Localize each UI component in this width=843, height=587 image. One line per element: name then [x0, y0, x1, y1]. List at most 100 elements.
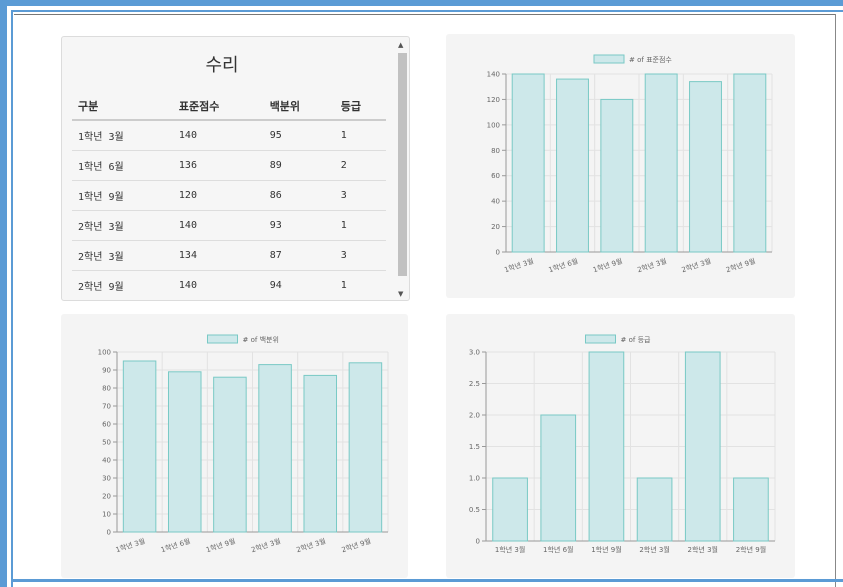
chart-bar: [348, 362, 383, 533]
legend-label: # of 등급: [621, 336, 652, 344]
x-tick-label: 1학년 3월: [114, 536, 146, 554]
header-grade: 등급: [334, 93, 386, 121]
x-tick-label: 1학년 3월: [495, 545, 525, 554]
cell-standard-score: 140: [172, 210, 264, 241]
legend-swatch: [585, 334, 616, 344]
y-tick-label: 100: [98, 349, 111, 357]
legend-label: # of 표준점수: [629, 56, 672, 64]
cell-category: 2학년 3월: [72, 210, 173, 241]
chart-bar: [540, 414, 577, 542]
header-category: 구분: [72, 93, 173, 121]
grade-chart-panel: # of 등급 0 0.5 1.0 1.5 2.0 2.5 3.0 1학년 3월 1학년 6월 1학…: [446, 314, 795, 578]
header-percentile: 백분위: [263, 93, 335, 121]
y-tick-label: 70: [102, 403, 111, 411]
table-row: 2학년 9월 140 94 1: [72, 271, 386, 301]
window-frame-bottom: [11, 579, 843, 582]
scroll-up-arrow-icon[interactable]: ▲: [398, 41, 403, 49]
x-tick-label: 1학년 9월: [592, 256, 624, 274]
table-row: 1학년 9월 120 86 3: [72, 180, 386, 211]
score-table: 구분 표준점수 백분위 등급 1학년 3월 140 95 1 1학년 6월 13…: [72, 93, 386, 300]
x-tick-label: 2학년 3월: [636, 256, 668, 274]
table-row: 1학년 6월 136 89 2: [72, 150, 386, 181]
cell-percentile: 93: [263, 210, 335, 241]
x-tick-label: 2학년 3월: [250, 536, 282, 554]
cell-grade: 1: [340, 280, 347, 291]
window-frame-top-inner: [11, 10, 843, 12]
legend-swatch: [593, 54, 625, 64]
y-tick-label: 40: [491, 198, 500, 206]
y-tick-label: 80: [102, 385, 111, 393]
content-border-right: [835, 14, 836, 587]
cell-category: 2학년 3월: [72, 240, 173, 271]
y-tick-label: 80: [491, 147, 500, 155]
legend-swatch: [207, 334, 238, 344]
x-tick-label: 2학년 3월: [295, 536, 327, 554]
window-frame-left-inner: [11, 10, 13, 587]
y-tick-label: 0.5: [469, 506, 480, 514]
x-tick-label: 2학년 3월: [639, 545, 669, 554]
x-tick-label: 1학년 3월: [503, 256, 535, 274]
cell-percentile: 87: [263, 240, 335, 271]
cell-category: 1학년 9월: [72, 180, 173, 211]
scrollbar-thumb[interactable]: [398, 53, 407, 276]
chart-bar: [733, 477, 769, 542]
scroll-down-arrow-icon[interactable]: ▼: [398, 290, 403, 298]
x-tick-label: 2학년 9월: [725, 256, 757, 274]
y-tick-label: 0: [107, 529, 111, 537]
standard-score-chart: # of 표준점수 0 20 40 60 80 100 120 140 1학년 3월 1학년 6월 1…: [487, 54, 773, 274]
chart-bar: [644, 73, 678, 253]
cell-percentile: 94: [269, 280, 282, 291]
cell-grade: 3: [334, 180, 386, 211]
y-tick-label: 60: [491, 172, 500, 180]
y-tick-label: 1.0: [469, 475, 480, 483]
table-header-row: 구분 표준점수 백분위 등급: [72, 93, 386, 121]
x-tick-label: 2학년 3월: [680, 256, 712, 274]
standard-score-chart-panel: # of 표준점수 0 20 40 60 80 100 120 140 1학년 3월 1학년 6월 1…: [446, 34, 795, 298]
grade-chart: # of 등급 0 0.5 1.0 1.5 2.0 2.5 3.0 1학년 3월 1학년 6월 1학…: [469, 334, 776, 554]
chart-bar: [258, 364, 292, 533]
chart-bar: [636, 477, 673, 542]
chart-bar: [303, 374, 338, 533]
table-scrollbar[interactable]: ▲ ▼: [397, 41, 407, 298]
cell-standard-score: 120: [172, 180, 264, 211]
y-tick-label: 20: [491, 223, 500, 231]
x-tick-label: 2학년 9월: [340, 536, 372, 554]
chart-bar: [213, 376, 247, 533]
x-tick-label: 1학년 9월: [205, 536, 237, 554]
table-row: 2학년 3월 134 87 3: [72, 240, 386, 271]
cell-category: 1학년 6월: [72, 150, 173, 181]
x-tick-label: 1학년 6월: [547, 256, 579, 274]
y-tick-label: 3.0: [469, 349, 480, 357]
cell-standard-score: 140: [172, 120, 264, 151]
cell-grade: 2: [334, 150, 386, 181]
table-row: 1학년 3월 140 95 1: [72, 120, 386, 151]
header-standard-score: 표준점수: [172, 93, 264, 121]
chart-bar: [600, 98, 634, 253]
y-tick-label: 0: [496, 249, 500, 257]
chart-bar: [684, 351, 721, 542]
chart-bar: [167, 371, 202, 533]
window-frame-top: [0, 0, 843, 6]
window-frame-left: [0, 0, 7, 587]
content-border-top: [14, 14, 836, 15]
x-tick-label: 1학년 9월: [591, 545, 621, 554]
cell-standard-score: 134: [172, 240, 264, 271]
y-tick-label: 100: [487, 121, 500, 129]
cell-category: 2학년 9월: [78, 282, 124, 293]
x-tick-label: 2학년 3월: [688, 545, 718, 554]
chart-bar: [556, 78, 589, 253]
y-tick-label: 120: [487, 96, 500, 104]
legend-label: # of 백분위: [243, 335, 279, 344]
chart-bar: [122, 360, 157, 533]
cell-category: 1학년 3월: [72, 120, 173, 151]
score-table-panel[interactable]: 수리 구분 표준점수 백분위 등급 1학년 3월 140 95 1 1학년 6월…: [61, 36, 410, 301]
y-tick-label: 50: [102, 439, 111, 447]
percentile-chart-panel: # of 백분위 0 10 20 30 40 50 60 70 80 90 100 1학년 3월 1학년 …: [61, 314, 408, 578]
y-tick-label: 20: [102, 493, 111, 501]
x-tick-label: 1학년 6월: [543, 545, 573, 554]
percentile-chart: # of 백분위 0 10 20 30 40 50 60 70 80 90 100 1학년 3월 1학년 …: [98, 334, 389, 554]
cell-grade: 1: [334, 210, 386, 241]
chart-bar: [733, 73, 767, 253]
cell-standard-score: 140: [178, 280, 197, 291]
y-tick-label: 90: [102, 367, 111, 375]
